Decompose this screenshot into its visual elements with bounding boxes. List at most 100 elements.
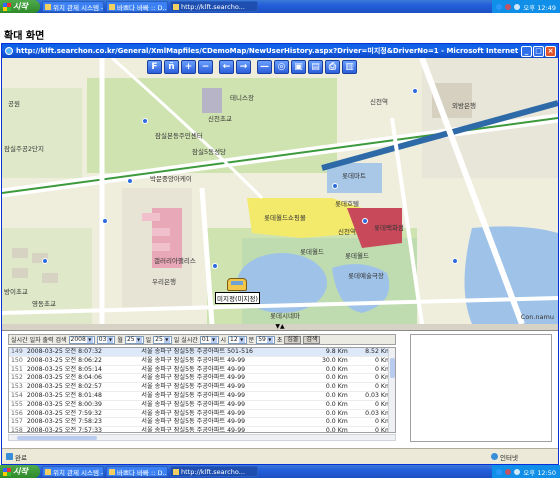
- home-button[interactable]: ñ: [164, 60, 179, 74]
- status-bar: 완료 인터넷: [2, 448, 558, 464]
- place-label: 롯데월드쇼핑몰: [264, 214, 306, 222]
- network-icon[interactable]: [496, 3, 503, 10]
- windows-flag-icon: [3, 2, 11, 11]
- poi-marker[interactable]: [362, 218, 368, 224]
- place-label: 신천초교: [208, 115, 232, 123]
- day2-select[interactable]: 25 ▼: [153, 335, 172, 344]
- clock: 오후 12:49: [523, 3, 556, 12]
- cell-no: 156: [9, 409, 25, 419]
- cell-dist: 0.03 Km: [349, 409, 393, 419]
- task-item-2[interactable]: 바쁘다 바빠 :: D...: [106, 466, 168, 477]
- chevron-down-icon: ▼: [238, 336, 245, 343]
- minimize-button[interactable]: _: [521, 45, 532, 57]
- table-row[interactable]: 152 2008-03-25 오전 8:04:06 서울 송파구 잠실5동 주공아파…: [9, 373, 393, 384]
- poi-marker[interactable]: [127, 178, 133, 184]
- poi-marker[interactable]: [412, 88, 418, 94]
- window-titlebar[interactable]: http://klft.searchon.co.kr/General/XmlMa…: [2, 44, 558, 58]
- year-select[interactable]: 2008 ▼: [68, 335, 95, 344]
- save-button[interactable]: ▤: [308, 60, 323, 74]
- chevron-down-icon: ▼: [210, 336, 217, 343]
- place-label: 롯데예술극장: [348, 272, 384, 280]
- taskbar-top: 시작 위치 관제 시스템 -... 바쁘다 바빠 :: D... http://…: [0, 0, 560, 13]
- zoom-in-button[interactable]: +: [181, 60, 196, 74]
- security-icon[interactable]: [505, 3, 512, 10]
- table-row[interactable]: 154 2008-03-25 오전 8:01:48 서울 송파구 잠실5동 주공아파…: [9, 391, 393, 401]
- table-row[interactable]: 151 2008-03-25 오전 8:05:14 서울 송파구 잠실5동 주공아파…: [9, 365, 393, 375]
- table-row[interactable]: 156 2008-03-25 오전 7:59:32 서울 송파구 잠실5동 주공아파…: [9, 409, 393, 419]
- table-row[interactable]: 149 2008-03-25 오전 8:07:32 서울 송파구 잠실5동 주공아파…: [9, 348, 393, 357]
- history-panel: 실시간 일자 출력 검색 2008 ▼ 03 ▼ 월 25 ▼ 일 25 ▼ 일 실시간…: [2, 330, 558, 448]
- cell-speed: 0.0 Km: [306, 382, 350, 392]
- forward-button[interactable]: →: [236, 60, 251, 74]
- close-button[interactable]: ×: [545, 45, 556, 57]
- ie-icon: [109, 468, 115, 475]
- task-item-3[interactable]: http://klft.searcho...: [170, 466, 258, 477]
- task-item-3[interactable]: http://klft.searcho...: [170, 1, 258, 12]
- symbol-button[interactable]: 심볼: [284, 335, 302, 344]
- table-row[interactable]: 157 2008-03-25 오전 7:58:23 서울 송파구 잠실5동 주공아파…: [9, 417, 393, 428]
- cell-dist: 0 Km: [349, 400, 393, 410]
- place-label: 롯데시네마: [270, 312, 300, 320]
- info-button[interactable]: ▥: [342, 60, 357, 74]
- cell-no: 153: [9, 382, 25, 392]
- map-view[interactable]: F ñ + − ← → — ◎ ▣ ▤ ⎙ ▥ 테니스장 신천초교 잠실본동주민…: [2, 58, 558, 324]
- distance-button[interactable]: —: [257, 60, 272, 74]
- volume-icon[interactable]: [514, 3, 521, 10]
- network-icon[interactable]: [496, 468, 503, 475]
- system-tray: 오후 12:49: [492, 0, 560, 13]
- hour-select[interactable]: 01 ▼: [199, 335, 219, 344]
- month-select[interactable]: 03 ▼: [96, 335, 116, 344]
- table-horizontal-scrollbar[interactable]: [8, 434, 396, 441]
- cell-no: 157: [9, 417, 25, 428]
- table-row[interactable]: 155 2008-03-25 오전 8:00:39 서울 송파구 잠실5동 주공아파…: [9, 400, 393, 410]
- cell-time: 2008-03-25 오전 8:04:06: [24, 373, 140, 384]
- cell-speed: 0.0 Km: [306, 365, 350, 375]
- second-select[interactable]: 59 ▼: [256, 335, 275, 344]
- task-item-1[interactable]: 위치 관제 시스템 -...: [42, 466, 104, 477]
- start-button[interactable]: 시작: [0, 465, 40, 478]
- filter-label: 실시간: [181, 337, 198, 344]
- place-label: 신천역: [338, 228, 356, 236]
- poi-marker[interactable]: [142, 118, 148, 124]
- start-button[interactable]: 시작: [0, 0, 40, 13]
- center-button[interactable]: ◎: [274, 60, 289, 74]
- cell-addr: 서울 송파구 잠실5동 주공아파트 49-99: [139, 400, 307, 410]
- back-button[interactable]: ←: [219, 60, 234, 74]
- poi-marker[interactable]: [42, 258, 48, 264]
- ie-icon: [109, 3, 115, 10]
- day-select[interactable]: 25 ▼: [124, 335, 144, 344]
- poi-marker[interactable]: [452, 258, 458, 264]
- search-button[interactable]: 검색: [303, 335, 321, 344]
- vehicle-icon[interactable]: [227, 278, 247, 291]
- windows-flag-icon: [3, 467, 11, 476]
- table-vertical-scrollbar[interactable]: [388, 348, 395, 432]
- table-row[interactable]: 158 2008-03-25 오전 7:57:33 서울 송파구 잠실5동 주공아파…: [9, 426, 393, 432]
- history-table: 149 2008-03-25 오전 8:07:32 서울 송파구 잠실5동 주공아파…: [8, 347, 396, 433]
- place-label: 롯데마트: [342, 172, 366, 180]
- zoom-out-button[interactable]: −: [198, 60, 213, 74]
- cell-speed: 0.0 Km: [306, 426, 350, 432]
- table-row[interactable]: 150 2008-03-25 오전 8:06:22 서울 송파구 잠실5동 주공아파…: [9, 356, 393, 366]
- internet-zone-icon: [491, 453, 499, 460]
- layer-button[interactable]: ▣: [291, 60, 306, 74]
- full-view-button[interactable]: F: [147, 60, 162, 74]
- table-row[interactable]: 153 2008-03-25 오전 8:02:57 서울 송파구 잠실5동 주공아파…: [9, 382, 393, 392]
- cell-time: 2008-03-25 오전 8:00:39: [24, 400, 140, 410]
- poi-marker[interactable]: [332, 183, 338, 189]
- place-label: 공원: [8, 100, 20, 108]
- filter-label: 실시간: [11, 337, 28, 344]
- chevron-down-icon: ▼: [266, 336, 273, 343]
- chevron-down-icon: ▼: [107, 336, 114, 343]
- volume-icon[interactable]: [514, 468, 521, 475]
- vehicle-label: 미지정(미지정): [215, 292, 260, 304]
- cell-no: 154: [9, 391, 25, 401]
- poi-marker[interactable]: [212, 263, 218, 269]
- poi-marker[interactable]: [102, 218, 108, 224]
- task-item-1[interactable]: 위치 관제 시스템 -...: [42, 1, 104, 12]
- chevron-down-icon: ▼: [163, 336, 170, 343]
- maximize-button[interactable]: □: [533, 45, 544, 57]
- minute-select[interactable]: 12 ▼: [228, 335, 247, 344]
- task-item-2[interactable]: 바쁘다 바빠 :: D...: [106, 1, 168, 12]
- print-button[interactable]: ⎙: [325, 60, 340, 74]
- security-icon[interactable]: [505, 468, 512, 475]
